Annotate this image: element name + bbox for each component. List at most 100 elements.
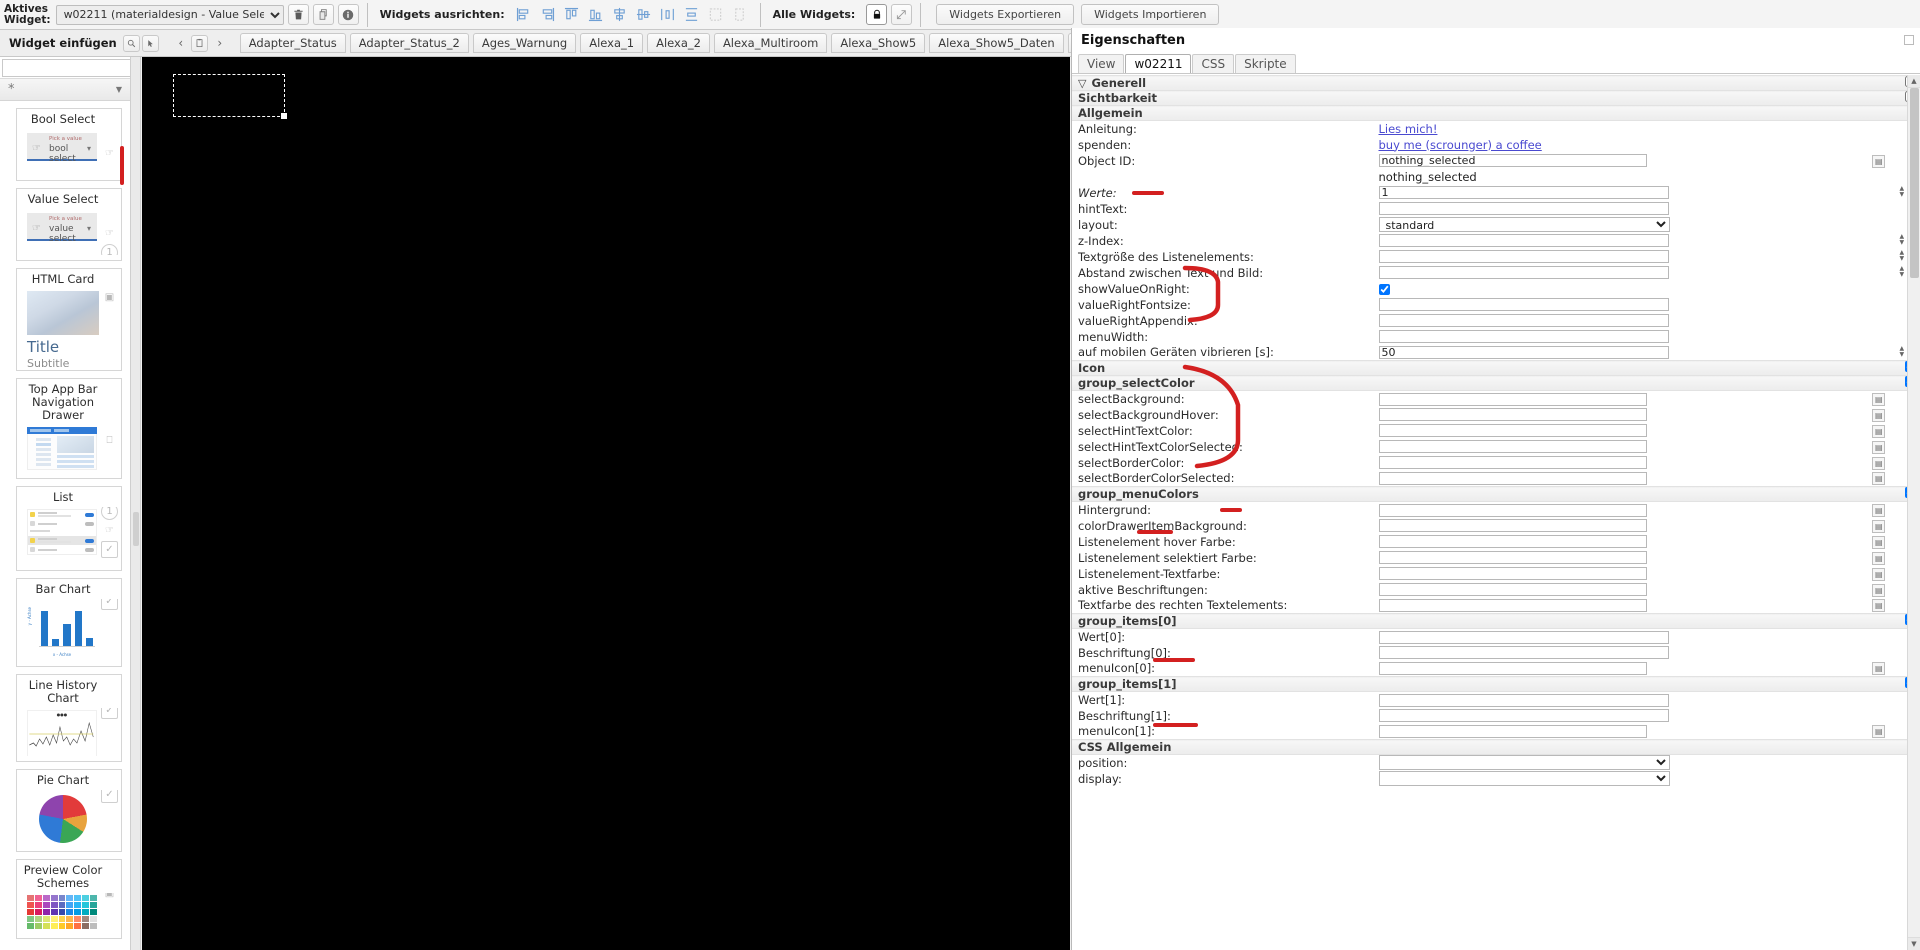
property-value-aktive-beschriftungen-input[interactable] bbox=[1378, 583, 1647, 597]
property-value-z-index-input[interactable] bbox=[1378, 234, 1669, 248]
property-value-display-select[interactable] bbox=[1378, 771, 1670, 786]
view-tab-adapter_status_2[interactable]: Adapter_Status_2 bbox=[349, 33, 469, 53]
splitter-grip[interactable] bbox=[133, 512, 139, 546]
property-value-object-id-edit-button[interactable]: ▤ bbox=[1872, 154, 1886, 168]
property-value-wert-0-input[interactable] bbox=[1378, 630, 1669, 644]
align-horizontal-center-icon[interactable] bbox=[610, 4, 630, 26]
palette-item-preview-color-schemes[interactable]: Preview Color Schemes ▣ bbox=[16, 859, 122, 939]
property-value-auf-mobilen-ger-ten-vibrieren-s-spinner[interactable]: ▲ ▼ bbox=[1900, 345, 1905, 358]
property-group-header[interactable]: Allgemein bbox=[1072, 105, 1920, 121]
info-button[interactable] bbox=[337, 4, 359, 25]
palette-item-html-card[interactable]: HTML Card Title Subtitle ▣ bbox=[16, 268, 122, 371]
view-tab-adapter_status[interactable]: Adapter_Status bbox=[239, 33, 346, 53]
property-value-object-id-input[interactable] bbox=[1378, 154, 1647, 168]
property-group-header[interactable]: group_selectColor bbox=[1072, 375, 1920, 391]
property-value-selecthinttextcolorselected-edit-button[interactable]: ▤ bbox=[1872, 440, 1886, 454]
property-value-listenelement-hover-farbe-input[interactable] bbox=[1378, 535, 1647, 549]
export-widgets-button[interactable]: Widgets Exportieren bbox=[936, 4, 1075, 25]
property-value-colordraweritembackground-input[interactable] bbox=[1378, 519, 1647, 533]
view-canvas[interactable] bbox=[142, 57, 1070, 950]
property-value-z-index-spinner[interactable]: ▲ ▼ bbox=[1900, 234, 1905, 246]
scroll-up-icon[interactable]: ▲ bbox=[1908, 75, 1920, 88]
property-value-aktive-beschriftungen-edit-button[interactable]: ▤ bbox=[1872, 583, 1886, 597]
property-value-menuicon-0-input[interactable] bbox=[1378, 662, 1647, 675]
panel-collapse-icon[interactable] bbox=[1904, 35, 1914, 45]
property-value-selectbordercolor-edit-button[interactable]: ▤ bbox=[1872, 456, 1886, 470]
property-value-selectbackgroundhover-input[interactable] bbox=[1378, 408, 1647, 422]
property-value-menuicon-1-edit-button[interactable]: ▤ bbox=[1872, 725, 1886, 739]
expand-icon[interactable] bbox=[891, 4, 913, 25]
property-value-listenelement-selektiert-farbe-input[interactable] bbox=[1378, 551, 1647, 565]
property-value-textfarbe-des-rechten-textelements-input[interactable] bbox=[1378, 599, 1647, 612]
property-value-listenelement-textfarbe-edit-button[interactable]: ▤ bbox=[1872, 567, 1886, 581]
equal-height-icon[interactable] bbox=[730, 4, 750, 26]
next-view-button[interactable]: › bbox=[210, 33, 230, 53]
align-vertical-center-icon[interactable] bbox=[634, 4, 654, 26]
properties-tab-w02211[interactable]: w02211 bbox=[1125, 54, 1192, 73]
property-value-selectbackgroundhover-edit-button[interactable]: ▤ bbox=[1872, 408, 1886, 422]
property-value-selectbackground-input[interactable] bbox=[1378, 392, 1647, 406]
property-value-hintergrund-input[interactable] bbox=[1378, 503, 1647, 517]
property-value-selecthinttextcolor-input[interactable] bbox=[1378, 424, 1647, 438]
property-value-selectbordercolor-input[interactable] bbox=[1378, 456, 1647, 470]
property-group-header[interactable]: group_items[1] bbox=[1072, 676, 1920, 692]
property-value-selecthinttextcolorselected-input[interactable] bbox=[1378, 440, 1647, 454]
selected-widget-outline[interactable] bbox=[173, 74, 287, 119]
lock-icon[interactable] bbox=[866, 4, 888, 25]
property-value-listenelement-hover-farbe-edit-button[interactable]: ▤ bbox=[1872, 535, 1886, 549]
property-value-hintergrund-edit-button[interactable]: ▤ bbox=[1872, 503, 1886, 517]
property-value-menuwidth-input[interactable] bbox=[1378, 330, 1669, 344]
property-value-werte-spinner[interactable]: ▲ ▼ bbox=[1900, 186, 1905, 198]
prev-view-button[interactable]: ‹ bbox=[171, 33, 191, 53]
view-tab-alexa_1[interactable]: Alexa_1 bbox=[580, 33, 644, 53]
property-value-abstand-zwischen-text-und-bild-input[interactable] bbox=[1378, 266, 1669, 280]
search-icon[interactable] bbox=[122, 34, 140, 52]
property-value-hinttext-input[interactable] bbox=[1378, 202, 1669, 216]
properties-scrollbar[interactable]: ▲ ▼ bbox=[1907, 75, 1920, 950]
property-value-wert-1-input[interactable] bbox=[1378, 693, 1669, 707]
property-value-textgr-e-des-listenelements-spinner[interactable]: ▲ ▼ bbox=[1900, 250, 1905, 262]
property-group-header[interactable]: Sichtbarkeit bbox=[1072, 90, 1920, 106]
property-value-position-select[interactable] bbox=[1378, 755, 1670, 771]
properties-scroll-area[interactable]: ▽ Generell Sichtbarkeit Allgemein Anleitung:… bbox=[1072, 75, 1920, 950]
property-group-header[interactable]: group_items[0] bbox=[1072, 613, 1920, 629]
view-tab-alexa_multiroom[interactable]: Alexa_Multiroom bbox=[713, 33, 828, 53]
palette-item-value-select[interactable]: Value Select ☞ Pick a value value select… bbox=[16, 188, 122, 261]
property-value-selectbordercolorselected-edit-button[interactable]: ▤ bbox=[1872, 472, 1886, 486]
property-value-menuicon-1-input[interactable] bbox=[1378, 725, 1647, 738]
view-tab-ages_warnung[interactable]: Ages_Warnung bbox=[472, 33, 577, 53]
distribute-horizontal-icon[interactable] bbox=[658, 4, 678, 26]
properties-tab-view[interactable]: View bbox=[1078, 54, 1125, 73]
resize-handle[interactable] bbox=[281, 113, 287, 119]
property-value-listenelement-textfarbe-input[interactable] bbox=[1378, 567, 1647, 581]
property-value-menuicon-0-edit-button[interactable]: ▤ bbox=[1872, 662, 1886, 676]
property-value-layout-select[interactable]: standard bbox=[1378, 217, 1670, 232]
align-left-icon[interactable] bbox=[514, 4, 534, 26]
property-value-selectbordercolorselected-input[interactable] bbox=[1378, 472, 1647, 485]
property-value-anleitung-link[interactable]: Lies mich! bbox=[1379, 122, 1438, 136]
property-group-header[interactable]: group_menuColors bbox=[1072, 486, 1920, 502]
view-tab-alexa_2[interactable]: Alexa_2 bbox=[647, 33, 710, 53]
property-group-header[interactable]: Icon bbox=[1072, 360, 1920, 376]
property-value-abstand-zwischen-text-und-bild-spinner[interactable]: ▲ ▼ bbox=[1900, 266, 1905, 278]
palette-item-bar-chart[interactable]: Bar Chart y - Achse x - Achse ✓ bbox=[16, 578, 122, 667]
palette-group-header[interactable]: * ▼ bbox=[0, 79, 130, 101]
property-value-valuerightfontsize-input[interactable] bbox=[1378, 298, 1669, 312]
view-tab-alexa_show5[interactable]: Alexa_Show5 bbox=[831, 33, 926, 53]
properties-tab-skripte[interactable]: Skripte bbox=[1235, 54, 1296, 73]
palette-widget-list[interactable]: Bool Select ☞ Pick a value bool select ▾… bbox=[0, 101, 130, 950]
property-value-listenelement-selektiert-farbe-edit-button[interactable]: ▤ bbox=[1872, 551, 1886, 565]
align-bottom-icon[interactable] bbox=[586, 4, 606, 26]
property-value-auf-mobilen-ger-ten-vibrieren-s-input[interactable] bbox=[1378, 346, 1669, 359]
palette-item-line-history-chart[interactable]: Line History Chart ●●● ✓ bbox=[16, 674, 122, 762]
distribute-vertical-icon[interactable] bbox=[682, 4, 702, 26]
cursor-icon[interactable] bbox=[141, 34, 159, 52]
property-value-beschriftung-1-input[interactable] bbox=[1378, 709, 1669, 723]
property-group-header[interactable]: ▽ Generell bbox=[1072, 75, 1920, 91]
property-value-spenden-link[interactable]: buy me (scrounger) a coffee bbox=[1379, 138, 1542, 152]
align-top-icon[interactable] bbox=[562, 4, 582, 26]
property-value-werte-input[interactable] bbox=[1378, 186, 1669, 200]
copy-widget-button[interactable] bbox=[312, 4, 334, 25]
clipboard-icon[interactable] bbox=[190, 34, 208, 52]
palette-filter-input[interactable] bbox=[2, 58, 130, 77]
